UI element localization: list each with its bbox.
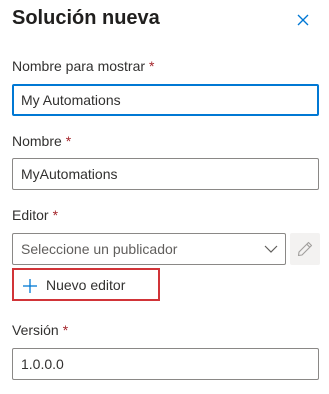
plus-icon	[22, 278, 38, 294]
chevron-down-icon	[264, 243, 278, 255]
publisher-dropdown[interactable]: Seleccione un publicador	[12, 233, 286, 265]
required-marker: *	[52, 207, 59, 223]
name-label-text: Nombre	[12, 133, 62, 149]
publisher-label: Editor *	[12, 207, 58, 223]
display-name-label: Nombre para mostrar *	[12, 58, 155, 74]
pencil-icon	[297, 241, 313, 257]
name-label: Nombre *	[12, 133, 71, 149]
required-marker: *	[62, 322, 69, 338]
panel-title: Solución nueva	[12, 7, 160, 29]
close-icon	[292, 9, 314, 31]
display-name-input[interactable]	[12, 84, 319, 116]
version-label: Versión *	[12, 322, 68, 338]
name-input[interactable]	[12, 158, 319, 190]
version-input[interactable]	[12, 348, 319, 380]
close-button[interactable]	[292, 9, 314, 31]
version-label-text: Versión	[12, 322, 59, 338]
publisher-dropdown-placeholder: Seleccione un publicador	[21, 241, 178, 257]
publisher-label-text: Editor	[12, 207, 49, 223]
display-name-label-text: Nombre para mostrar	[12, 58, 146, 74]
new-publisher-button[interactable]: Nuevo editor	[12, 268, 160, 301]
required-marker: *	[149, 58, 155, 74]
required-marker: *	[65, 133, 72, 149]
new-publisher-label: Nuevo editor	[46, 277, 126, 293]
edit-publisher-button[interactable]	[290, 233, 320, 265]
